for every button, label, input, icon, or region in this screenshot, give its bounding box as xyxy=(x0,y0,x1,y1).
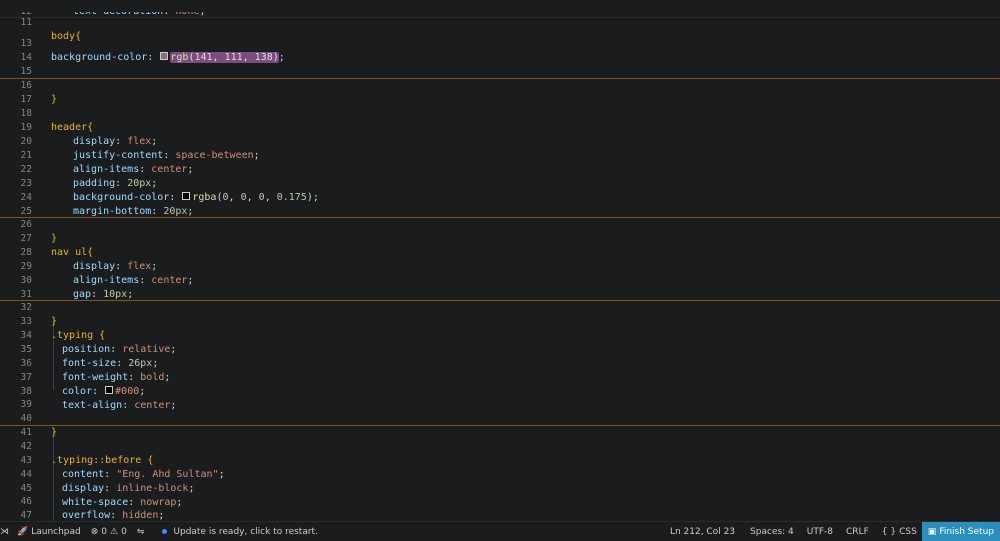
launchpad-label: Launchpad xyxy=(31,526,81,537)
rocket-icon: 🚀 xyxy=(17,526,29,537)
update-dot-icon xyxy=(162,529,168,534)
code-editor[interactable]: 11 body{ 12 text-decoration: none; 13 ba… xyxy=(0,0,1000,521)
code-text: text-decoration: none; xyxy=(51,12,205,17)
code-line[interactable]: 15 xyxy=(0,51,1000,77)
problems-indicator[interactable]: ⊗ 0 ⚠ 0 xyxy=(86,522,132,541)
code-line[interactable]: 43 content: "Eng. Ahd Sultan"; xyxy=(0,440,1000,480)
cursor-position[interactable]: Ln 212, Col 23 xyxy=(665,522,745,541)
port-forward-icon: ⇋ xyxy=(136,526,145,537)
finish-setup-button[interactable]: ▣ Finish Setup xyxy=(921,521,1000,541)
code-line[interactable]: 13 background-color: rgb(141, 111, 138); xyxy=(0,23,1000,63)
code-line[interactable]: 42 .typing::before { xyxy=(0,426,1000,466)
code-line[interactable]: 40 } xyxy=(0,398,1000,438)
remote-icon: ⋊ xyxy=(0,526,9,537)
language-label: CSS xyxy=(899,526,917,537)
code-line[interactable]: 27 nav ul{ xyxy=(0,218,1000,258)
code-line[interactable]: 36 font-weight: bold; xyxy=(0,343,1000,383)
code-line[interactable]: 32 } xyxy=(0,287,1000,327)
finish-setup-label: Finish Setup xyxy=(939,526,994,537)
language-mode-selector[interactable]: { } CSS xyxy=(877,522,922,541)
error-count: 0 xyxy=(101,526,108,537)
code-line[interactable]: 33 .typing { xyxy=(0,301,1000,341)
code-line[interactable]: 34 position: relative; xyxy=(0,315,1000,355)
code-line[interactable]: 16 } xyxy=(0,65,1000,105)
code-line[interactable]: 48 animation: typing 4s steps(15) infini… xyxy=(0,508,1000,521)
code-line[interactable]: 22 padding: 20px; xyxy=(0,149,1000,189)
code-line[interactable]: 23 background-color: rgba(0, 0, 0, 0.175… xyxy=(0,163,1000,203)
code-line[interactable]: 24 margin-bottom: 20px; xyxy=(0,177,1000,217)
update-notification[interactable]: Update is ready, click to restart. xyxy=(152,522,323,541)
code-line[interactable]: 44 display: inline-block; xyxy=(0,454,1000,494)
code-line[interactable]: 45 white-space: nowrap; xyxy=(0,468,1000,508)
braces-icon: { } xyxy=(881,526,897,537)
code-line[interactable]: 26 } xyxy=(0,204,1000,244)
code-line[interactable]: 12 text-decoration: none; xyxy=(0,12,1000,18)
status-bar: ⋊ 🚀 Launchpad ⊗ 0 ⚠ 0 ⇋ Update is ready,… xyxy=(0,521,1000,541)
code-line[interactable]: 29 align-items: center; xyxy=(0,246,1000,286)
gift-icon: ▣ xyxy=(927,526,937,537)
code-line[interactable]: 47 width: 0; xyxy=(0,495,1000,521)
code-line[interactable]: 38 text-align: center; xyxy=(0,371,1000,411)
code-line[interactable]: 19 display: flex; xyxy=(0,107,1000,147)
code-line[interactable]: 25 xyxy=(0,191,1000,217)
code-line[interactable]: 14 xyxy=(0,37,1000,63)
line-number: 12 xyxy=(0,12,32,17)
code-line[interactable]: 46 overflow: hidden; xyxy=(0,481,1000,521)
code-line[interactable]: 31 xyxy=(0,274,1000,300)
code-line[interactable]: 20 justify-content: space-between; xyxy=(0,121,1000,161)
code-line[interactable]: 37 color: #000; xyxy=(0,357,1000,397)
code-line[interactable]: 18 header{ xyxy=(0,93,1000,133)
code-line[interactable]: 30 gap: 10px; xyxy=(0,260,1000,300)
launchpad-button[interactable]: 🚀 Launchpad xyxy=(17,522,86,541)
warning-icon: ⚠ xyxy=(110,526,119,537)
encoding-selector[interactable]: UTF-8 xyxy=(802,522,841,541)
code-line[interactable]: 17 xyxy=(0,79,1000,105)
remote-indicator[interactable]: ⋊ xyxy=(0,522,17,541)
indentation-selector[interactable]: Spaces: 4 xyxy=(745,522,802,541)
code-line[interactable]: 41 xyxy=(0,412,1000,438)
code-line[interactable]: 28 display: flex; xyxy=(0,232,1000,272)
code-line[interactable]: 21 align-items: center; xyxy=(0,135,1000,175)
error-icon: ⊗ xyxy=(90,526,99,537)
code-line[interactable]: 35 font-size: 26px; xyxy=(0,329,1000,369)
warning-count: 0 xyxy=(121,526,127,537)
port-forward-button[interactable]: ⇋ xyxy=(132,522,153,541)
update-message: Update is ready, click to restart. xyxy=(173,526,318,537)
eol-selector[interactable]: CRLF xyxy=(841,522,877,541)
code-line[interactable]: 39 xyxy=(0,384,1000,410)
